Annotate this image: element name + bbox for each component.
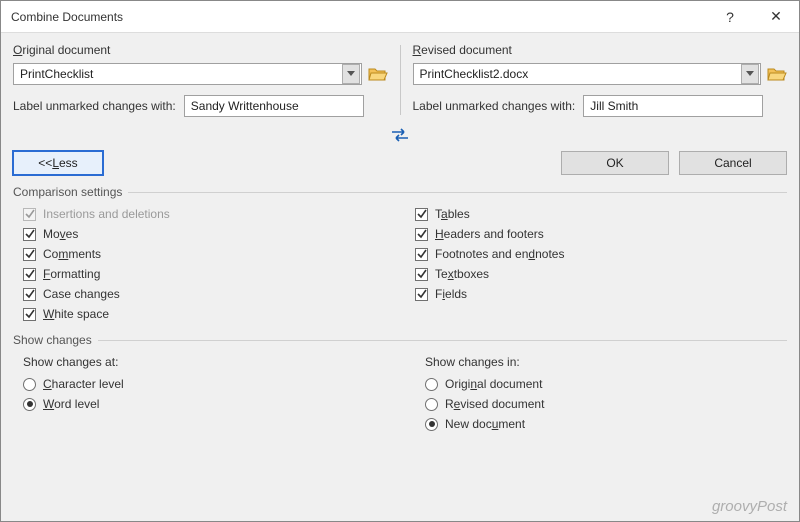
radio-label: New document [445, 417, 525, 431]
original-label: Original document [13, 43, 388, 57]
show-changes-in-group: Show changes in: Original document Revise… [425, 355, 787, 431]
window-title: Combine Documents [11, 10, 707, 24]
radio-icon [425, 398, 438, 411]
comparison-settings: Insertions and deletions Moves Comments For… [13, 201, 787, 323]
revised-document-value: PrintChecklist2.docx [414, 67, 741, 81]
show-changes-at-label: Show changes at: [23, 355, 385, 369]
checkbox-label: Textboxes [435, 267, 489, 281]
checkbox-icon [415, 248, 428, 261]
checkbox-icon [23, 208, 36, 221]
show-changes-header: Show changes [13, 333, 787, 347]
radio-label: Original document [445, 377, 542, 391]
checkbox-label: Formatting [43, 267, 100, 281]
radio-icon [23, 398, 36, 411]
original-author-row: Label unmarked changes with: [13, 95, 388, 117]
original-combo-row: PrintChecklist [13, 63, 388, 85]
checkbox-icon [415, 288, 428, 301]
checkbox-icon [415, 208, 428, 221]
radio-icon [425, 418, 438, 431]
checkbox-option: Insertions and deletions [23, 207, 395, 221]
swap-row [13, 125, 787, 145]
divider [400, 45, 401, 115]
checkbox-option[interactable]: Case changes [23, 287, 395, 301]
checkbox-icon [23, 268, 36, 281]
original-label-with: Label unmarked changes with: [13, 99, 176, 113]
radio-icon [23, 378, 36, 391]
checkbox-option[interactable]: Tables [415, 207, 787, 221]
swap-icon[interactable] [386, 125, 414, 145]
checkbox-label: White space [43, 307, 109, 321]
checkbox-label: Headers and footers [435, 227, 544, 241]
checkbox-label: Case changes [43, 287, 120, 301]
checkbox-label: Tables [435, 207, 470, 221]
help-button[interactable]: ? [707, 1, 753, 33]
revised-document-group: Revised document PrintChecklist2.docx [413, 43, 788, 117]
radio-label: Character level [43, 377, 124, 391]
revised-label: Revised document [413, 43, 788, 57]
checkbox-label: Insertions and deletions [43, 207, 170, 221]
comparison-settings-header: Comparison settings [13, 185, 787, 199]
close-button[interactable]: ✕ [753, 1, 799, 33]
radio-option[interactable]: Revised document [425, 397, 787, 411]
original-document-group: Original document PrintChecklist [13, 43, 388, 117]
checkbox-label: Fields [435, 287, 467, 301]
radio-option[interactable]: Character level [23, 377, 385, 391]
checkbox-icon [23, 248, 36, 261]
radio-option[interactable]: New document [425, 417, 787, 431]
radio-option[interactable]: Original document [425, 377, 787, 391]
checkbox-option[interactable]: Fields [415, 287, 787, 301]
checkbox-option[interactable]: Formatting [23, 267, 395, 281]
less-button[interactable]: << Less [13, 151, 103, 175]
checkbox-option[interactable]: Moves [23, 227, 395, 241]
cancel-button[interactable]: Cancel [679, 151, 787, 175]
revised-author-row: Label unmarked changes with: [413, 95, 788, 117]
show-changes-at-group: Show changes at: Character level Word lev… [23, 355, 385, 431]
chevron-down-icon[interactable] [741, 64, 759, 84]
dialog-content: Original document PrintChecklist [1, 33, 799, 521]
revised-combo-row: PrintChecklist2.docx [413, 63, 788, 85]
titlebar: Combine Documents ? ✕ [1, 1, 799, 33]
checkbox-label: Footnotes and endnotes [435, 247, 564, 261]
comparison-right-col: Tables Headers and footers Footnotes and e… [415, 207, 787, 321]
comparison-left-col: Insertions and deletions Moves Comments For… [23, 207, 395, 321]
checkbox-icon [23, 308, 36, 321]
checkbox-option[interactable]: Textboxes [415, 267, 787, 281]
watermark: groovyPost [712, 498, 787, 515]
documents-row: Original document PrintChecklist [13, 43, 787, 117]
radio-label: Revised document [445, 397, 544, 411]
original-document-value: PrintChecklist [14, 67, 341, 81]
checkbox-option[interactable]: White space [23, 307, 395, 321]
checkbox-icon [23, 288, 36, 301]
revised-document-combo[interactable]: PrintChecklist2.docx [413, 63, 762, 85]
ok-button[interactable]: OK [561, 151, 669, 175]
checkbox-label: Moves [43, 227, 78, 241]
show-changes-row: Show changes at: Character level Word lev… [13, 349, 787, 431]
checkbox-option[interactable]: Comments [23, 247, 395, 261]
checkbox-label: Comments [43, 247, 101, 261]
checkbox-option[interactable]: Headers and footers [415, 227, 787, 241]
radio-option[interactable]: Word level [23, 397, 385, 411]
button-row: << Less OK Cancel [13, 151, 787, 175]
revised-label-with: Label unmarked changes with: [413, 99, 576, 113]
chevron-down-icon[interactable] [342, 64, 360, 84]
checkbox-icon [23, 228, 36, 241]
original-document-combo[interactable]: PrintChecklist [13, 63, 362, 85]
original-author-input[interactable] [184, 95, 364, 117]
checkbox-icon [415, 268, 428, 281]
revised-author-input[interactable] [583, 95, 763, 117]
dialog-window: Combine Documents ? ✕ Original document … [0, 0, 800, 522]
folder-open-icon[interactable] [368, 65, 388, 83]
radio-icon [425, 378, 438, 391]
show-changes-in-label: Show changes in: [425, 355, 787, 369]
radio-label: Word level [43, 397, 99, 411]
folder-open-icon[interactable] [767, 65, 787, 83]
checkbox-option[interactable]: Footnotes and endnotes [415, 247, 787, 261]
checkbox-icon [415, 228, 428, 241]
